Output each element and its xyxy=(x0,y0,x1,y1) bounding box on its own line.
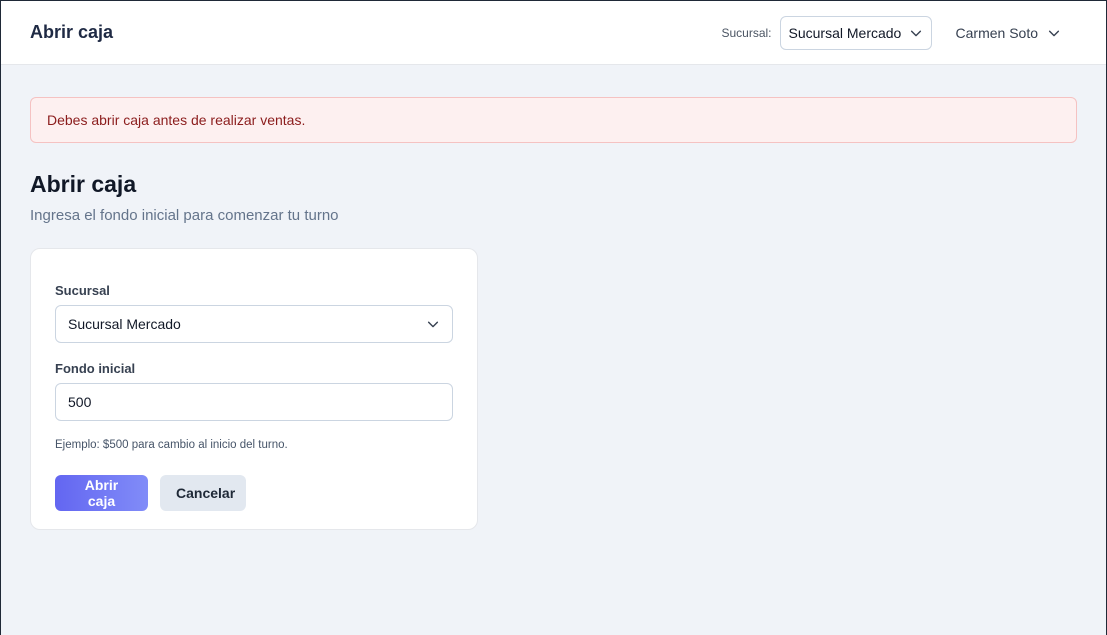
open-register-card: Sucursal Sucursal Mercado Fondo inicial … xyxy=(30,248,478,530)
user-menu[interactable]: Carmen Soto xyxy=(956,25,1061,41)
chevron-down-icon xyxy=(1048,30,1060,36)
branch-label: Sucursal: xyxy=(721,25,772,40)
fund-hint: Ejemplo: $500 para cambio al inicio del … xyxy=(55,439,288,451)
top-bar: Abrir caja Sucursal: Sucursal Mercado Ca… xyxy=(1,1,1106,65)
top-bar-controls: Sucursal: Sucursal Mercado Carmen Soto xyxy=(721,15,1077,50)
cancel-button[interactable]: Cancelar xyxy=(160,475,246,511)
chevron-down-icon xyxy=(427,321,439,328)
branch-field-label: Sucursal xyxy=(55,283,110,298)
branch-select-value: Sucursal Mercado xyxy=(788,24,902,41)
fund-field-label: Fondo inicial xyxy=(55,361,136,376)
error-alert: Debes abrir caja antes de realizar venta… xyxy=(30,97,1077,143)
page-subtitle: Ingresa el fondo inicial para comenzar t… xyxy=(30,207,339,224)
open-register-button[interactable]: Abrir caja xyxy=(55,475,148,511)
form-actions: Abrir caja Cancelar xyxy=(55,475,453,511)
main-content: Debes abrir caja antes de realizar venta… xyxy=(1,65,1106,530)
branch-field-select[interactable]: Sucursal Mercado xyxy=(55,305,453,343)
chevron-down-icon xyxy=(910,30,921,36)
app-window: Abrir caja Sucursal: Sucursal Mercado Ca… xyxy=(0,0,1107,635)
user-name: Carmen Soto xyxy=(955,24,1038,41)
fund-input[interactable] xyxy=(55,383,453,421)
branch-field-value: Sucursal Mercado xyxy=(68,316,181,332)
alert-message: Debes abrir caja antes de realizar venta… xyxy=(47,112,306,128)
page-title: Abrir caja xyxy=(30,171,137,197)
branch-select[interactable]: Sucursal Mercado xyxy=(779,15,932,50)
app-title: Abrir caja xyxy=(30,22,114,42)
